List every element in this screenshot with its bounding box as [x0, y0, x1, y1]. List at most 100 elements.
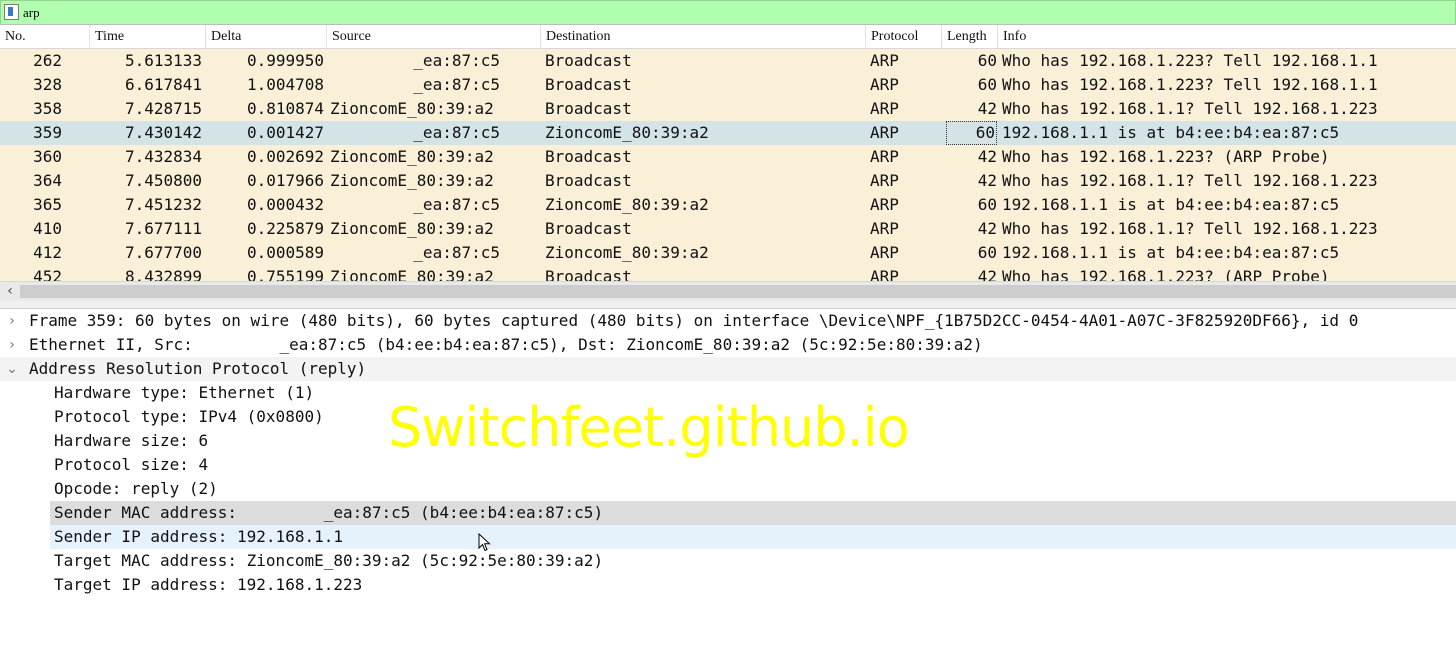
packet-delta: 0.000432 [246, 195, 324, 214]
packet-destination: ZioncomE_80:39:a2 [545, 195, 709, 214]
packet-destination: ZioncomE_80:39:a2 [545, 243, 709, 262]
packet-source: _ea:87:c5 [413, 243, 500, 262]
packet-protocol: ARP [870, 243, 899, 262]
arp-field-sender-ip[interactable]: Sender IP address: 192.168.1.1 [50, 525, 1456, 549]
scrollbar-thumb[interactable] [20, 285, 1456, 298]
packet-protocol: ARP [870, 171, 899, 190]
packet-info: 192.168.1.1 is at b4:ee:b4:ea:87:c5 [1002, 243, 1340, 262]
packet-row[interactable]: 262 5.613133 0.999950 _ea:87:c5 Broadcas… [0, 49, 1456, 73]
packet-no: 359 [33, 123, 62, 142]
packet-time: 6.617841 [124, 75, 202, 94]
bookmark-icon[interactable] [4, 4, 19, 20]
packet-delta: 0.002692 [246, 147, 324, 166]
field-label: Protocol size: 4 [54, 455, 209, 474]
packet-destination: Broadcast [545, 99, 632, 118]
packet-row[interactable]: 410 7.677111 0.225879 ZioncomE_80:39:a2 … [0, 217, 1456, 241]
chevron-down-icon[interactable]: ⌄ [4, 357, 20, 381]
packet-no: 410 [33, 219, 62, 238]
packet-destination: Broadcast [545, 267, 632, 281]
arp-field-target-mac[interactable]: Target MAC address: ZioncomE_80:39:a2 (5… [50, 549, 1456, 573]
packet-row[interactable]: 452 8.432899 0.755199 ZioncomE_80:39:a2 … [0, 265, 1456, 281]
packet-time: 5.613133 [124, 51, 202, 70]
packet-time: 8.432899 [124, 267, 202, 281]
tree-item-arp[interactable]: ⌄ Address Resolution Protocol (reply) [0, 357, 1456, 381]
packet-length: 60 [977, 195, 997, 214]
packet-length: 60 [946, 121, 997, 145]
packet-row[interactable]: 358 7.428715 0.810874 ZioncomE_80:39:a2 … [0, 97, 1456, 121]
packet-info: Who has 192.168.1.223? (ARP Probe) [1002, 147, 1330, 166]
column-header-time[interactable]: Time [90, 25, 206, 48]
column-header-source[interactable]: Source [327, 25, 541, 48]
packet-delta: 0.810874 [246, 99, 324, 118]
tree-item-ethernet[interactable]: › Ethernet II, Src: _ea:87:c5 (b4:ee:b4:… [0, 333, 1456, 357]
packet-no: 364 [33, 171, 62, 190]
packet-protocol: ARP [870, 147, 899, 166]
packet-row[interactable]: 360 7.432834 0.002692 ZioncomE_80:39:a2 … [0, 145, 1456, 169]
packet-info: Who has 192.168.1.1? Tell 192.168.1.223 [1002, 219, 1378, 238]
packet-row[interactable]: 364 7.450800 0.017966 ZioncomE_80:39:a2 … [0, 169, 1456, 193]
arp-field-sender-mac[interactable]: Sender MAC address: _ea:87:c5 (b4:ee:b4:… [50, 501, 1456, 525]
display-filter-input[interactable] [23, 3, 1423, 22]
packet-list-header: No. Time Delta Source Destination Protoc… [0, 25, 1456, 49]
column-header-no[interactable]: No. [0, 25, 90, 48]
packet-delta: 0.225879 [246, 219, 324, 238]
column-header-length[interactable]: Length [942, 25, 998, 48]
packet-length: 42 [977, 99, 997, 118]
packet-no: 452 [33, 267, 62, 281]
watermark: Switchfeet.github.io [388, 396, 910, 459]
packet-info: 192.168.1.1 is at b4:ee:b4:ea:87:c5 [1002, 195, 1340, 214]
tree-item-frame[interactable]: › Frame 359: 60 bytes on wire (480 bits)… [0, 309, 1456, 333]
column-header-info[interactable]: Info [998, 25, 1456, 48]
packet-row-selected[interactable]: 359 7.430142 0.001427 _ea:87:c5 ZioncomE… [0, 121, 1456, 145]
packet-delta: 0.001427 [246, 123, 324, 142]
chevron-right-icon[interactable]: › [4, 333, 20, 357]
packet-source: _ea:87:c5 [413, 51, 500, 70]
packet-no: 262 [33, 51, 62, 70]
column-header-destination[interactable]: Destination [541, 25, 866, 48]
packet-row[interactable]: 412 7.677700 0.000589 _ea:87:c5 ZioncomE… [0, 241, 1456, 265]
scroll-left-icon[interactable]: ‹ [3, 282, 17, 301]
packet-info: 192.168.1.1 is at b4:ee:b4:ea:87:c5 [1002, 123, 1340, 142]
packet-no: 360 [33, 147, 62, 166]
field-label: Opcode: reply (2) [54, 479, 218, 498]
packet-row[interactable]: 328 6.617841 1.004708 _ea:87:c5 Broadcas… [0, 73, 1456, 97]
tree-item-label: Ethernet II, Src: _ea:87:c5 (b4:ee:b4:ea… [29, 335, 983, 354]
packet-row[interactable]: 365 7.451232 0.000432 _ea:87:c5 ZioncomE… [0, 193, 1456, 217]
packet-time: 7.677111 [124, 219, 202, 238]
packet-length: 42 [977, 147, 997, 166]
packet-source: ZioncomE_80:39:a2 [330, 171, 494, 190]
packet-delta: 0.755199 [246, 267, 324, 281]
packet-time: 7.450800 [124, 171, 202, 190]
packet-delta: 0.017966 [246, 171, 324, 190]
packet-no: 412 [33, 243, 62, 262]
packet-length: 60 [977, 51, 997, 70]
arp-field-target-ip[interactable]: Target IP address: 192.168.1.223 [50, 573, 1456, 597]
packet-list[interactable]: 262 5.613133 0.999950 _ea:87:c5 Broadcas… [0, 49, 1456, 281]
arp-field-opcode[interactable]: Opcode: reply (2) [50, 477, 1456, 501]
packet-source: ZioncomE_80:39:a2 [330, 147, 494, 166]
tree-item-label: Address Resolution Protocol (reply) [29, 359, 367, 378]
packet-info: Who has 192.168.1.223? (ARP Probe) [1002, 267, 1330, 281]
packet-length: 42 [977, 171, 997, 190]
packet-protocol: ARP [870, 51, 899, 70]
chevron-right-icon[interactable]: › [4, 309, 20, 333]
packet-protocol: ARP [870, 123, 899, 142]
packet-info: Who has 192.168.1.223? Tell 192.168.1.1 [1002, 51, 1378, 70]
pane-splitter[interactable] [0, 301, 1456, 309]
packet-source: _ea:87:c5 [413, 123, 500, 142]
packet-protocol: ARP [870, 75, 899, 94]
packet-no: 328 [33, 75, 62, 94]
packet-delta: 1.004708 [246, 75, 324, 94]
tree-item-label: Frame 359: 60 bytes on wire (480 bits), … [29, 311, 1359, 330]
packet-delta: 0.000589 [246, 243, 324, 262]
packet-destination: Broadcast [545, 51, 632, 70]
packet-source: ZioncomE_80:39:a2 [330, 99, 494, 118]
packet-destination: Broadcast [545, 75, 632, 94]
packet-info: Who has 192.168.1.1? Tell 192.168.1.223 [1002, 171, 1378, 190]
packet-source: ZioncomE_80:39:a2 [330, 267, 494, 281]
column-header-delta[interactable]: Delta [206, 25, 327, 48]
field-label: Target MAC address: ZioncomE_80:39:a2 (5… [54, 551, 604, 570]
column-header-protocol[interactable]: Protocol [866, 25, 942, 48]
packet-list-hscrollbar[interactable]: ‹ [0, 281, 1456, 301]
packet-time: 7.430142 [124, 123, 202, 142]
